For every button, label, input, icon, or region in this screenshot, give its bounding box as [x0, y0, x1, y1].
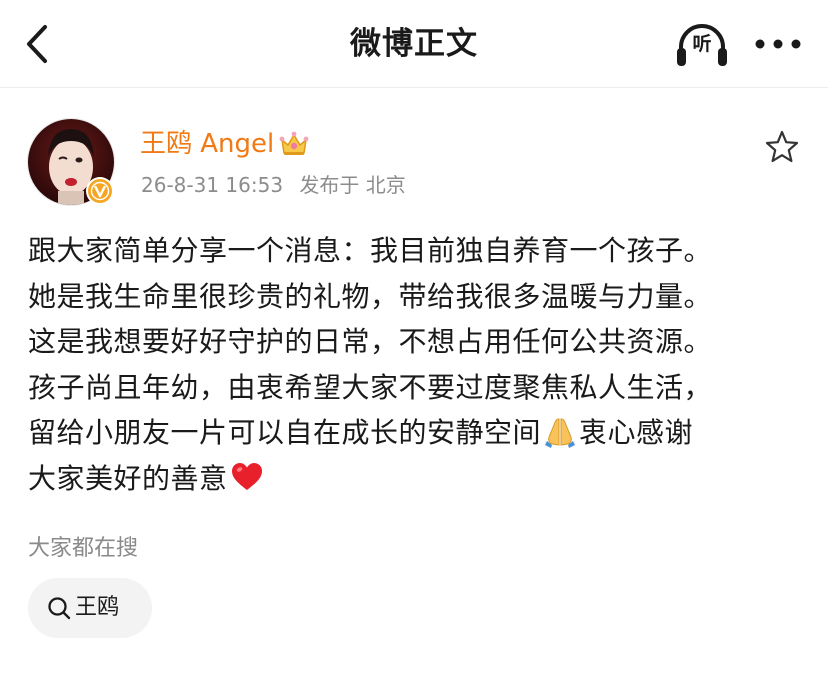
star-outline-icon	[765, 130, 799, 163]
post-text-line: 她是我生命里很珍贵的礼物，带给我很多温暖与力量。	[28, 274, 808, 320]
verified-v-icon	[86, 177, 114, 205]
post-text-line: 这是我想要好好守护的日常，不想占用任何公共资源。	[28, 319, 808, 365]
post-text-line: 跟大家简单分享一个消息：我目前独自养育一个孩子。	[28, 228, 808, 274]
top-navbar: 微博正文 听	[0, 0, 828, 88]
post-location: 发布于 北京	[299, 173, 406, 197]
weibo-post-page: 微博正文 听 王鸥 Angel 26-8-31 16:53 发布于 北京 跟大家…	[0, 0, 828, 673]
post-line-text: 留给小朋友一片可以自在成长的安静空间	[28, 416, 542, 449]
post-line-text: 跟大家简单分享一个消息：我目前独自养育一个孩子。	[28, 234, 713, 267]
crown-icon	[279, 131, 309, 155]
post-text-line: 大家美好的善意	[28, 456, 808, 502]
post-line-text: 孩子尚且年幼，由衷希望大家不要过度聚焦私人生活，	[28, 370, 713, 404]
post-line-text-after: 衷心感谢	[579, 416, 694, 449]
author-avatar[interactable]	[27, 118, 115, 206]
search-chip-label: 王鸥	[75, 595, 120, 620]
post-text-line: 留给小朋友一片可以自在成长的安静空间 衷心感谢	[28, 410, 808, 456]
author-name: 王鸥 Angel	[140, 129, 275, 159]
post-line-text: 这是我想要好好守护的日常，不想占用任何公共资源。	[28, 325, 713, 358]
more-button[interactable]	[752, 30, 804, 58]
hot-search-heading: 大家都在搜	[28, 536, 139, 561]
post-line-text: 她是我生命里很珍贵的礼物，带给我很多温暖与力量。	[28, 279, 713, 313]
search-chip[interactable]: 王鸥	[28, 578, 152, 638]
post-text-line: 孩子尚且年幼，由衷希望大家不要过度聚焦私人生活，	[28, 365, 808, 411]
post-line-text: 大家美好的善意	[28, 461, 228, 495]
back-button[interactable]	[18, 22, 58, 66]
post-meta: 26-8-31 16:53 发布于 北京	[141, 171, 416, 199]
favorite-button[interactable]	[763, 128, 801, 166]
folded-hands-emoji-icon	[545, 418, 576, 448]
listen-label: 听	[692, 33, 712, 55]
red-heart-emoji-icon	[231, 462, 262, 490]
author-name-row[interactable]: 王鸥 Angel	[140, 124, 310, 164]
search-icon	[48, 597, 71, 620]
post-content: 跟大家简单分享一个消息：我目前独自养育一个孩子。 她是我生命里很珍贵的礼物，带给…	[28, 228, 808, 501]
listen-button[interactable]: 听	[673, 20, 731, 70]
post-timestamp: 26-8-31 16:53	[141, 173, 284, 197]
chevron-left-icon	[27, 25, 47, 63]
more-dots-icon	[755, 39, 801, 49]
